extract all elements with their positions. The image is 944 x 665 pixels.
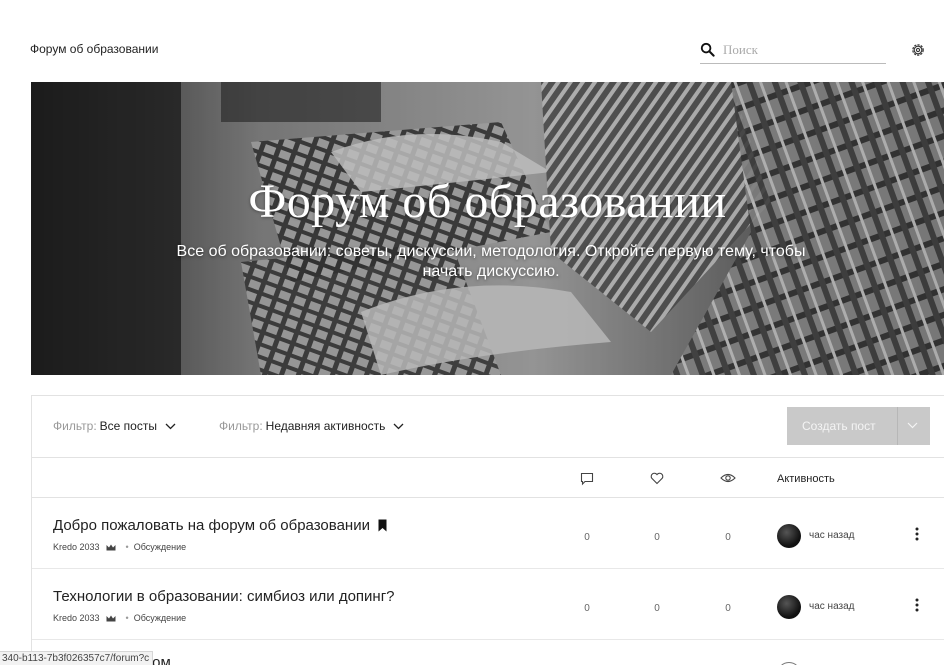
search-box[interactable] <box>700 36 886 64</box>
filter-posts-dropdown[interactable]: Фильтр: Все посты <box>53 419 176 433</box>
avatar[interactable] <box>777 524 801 548</box>
filter-value: Все посты <box>99 419 157 433</box>
view-count: 0 <box>725 532 731 543</box>
create-post-label: Создать пост <box>802 419 876 433</box>
site-title[interactable]: Форум об образовании <box>30 42 158 56</box>
posts-panel: Фильтр: Все посты Фильтр: Недавняя актив… <box>31 395 944 665</box>
chevron-down-icon <box>165 423 176 429</box>
hero-description: Все об образовании: советы, дискуссии, м… <box>176 243 806 280</box>
heart-icon <box>650 472 664 485</box>
search-icon <box>700 42 715 57</box>
comment-icon <box>580 472 594 486</box>
chevron-down-icon[interactable] <box>907 422 918 429</box>
post-meta: Kredo 2033 • Обсуждение <box>53 542 186 552</box>
activity-time: час назад <box>809 601 855 612</box>
button-divider <box>897 407 898 445</box>
post-title-text: Добро пожаловать на форум об образовании <box>53 517 370 534</box>
post-category[interactable]: Обсуждение <box>134 542 186 552</box>
eye-icon <box>720 473 736 483</box>
like-count: 0 <box>654 603 660 614</box>
activity-time: час назад <box>809 530 855 541</box>
hero-banner: Форум об образовании Все об образовании:… <box>31 82 944 375</box>
more-options-icon[interactable] <box>915 598 919 612</box>
gear-icon[interactable] <box>910 42 926 58</box>
column-header: Активность <box>32 458 944 498</box>
comment-count: 0 <box>584 532 590 543</box>
post-title[interactable]: Технологии в образовании: симбиоз или до… <box>53 588 395 605</box>
comment-count: 0 <box>584 603 590 614</box>
post-row[interactable]: Добро пожаловать на форум об образовании… <box>32 499 944 569</box>
top-bar: Форум об образовании <box>0 0 944 80</box>
post-meta: Kredo 2033 • Обсуждение <box>53 613 186 623</box>
filter-bar: Фильтр: Все посты Фильтр: Недавняя актив… <box>32 396 944 458</box>
more-options-icon[interactable] <box>915 527 919 541</box>
activity-column-label: Активность <box>777 473 835 485</box>
filter-activity-dropdown[interactable]: Фильтр: Недавняя активность <box>219 419 404 433</box>
post-category[interactable]: Обсуждение <box>134 613 186 623</box>
bookmark-icon <box>378 519 387 532</box>
view-count: 0 <box>725 603 731 614</box>
create-post-button[interactable]: Создать пост <box>787 407 930 445</box>
meta-separator: • <box>125 542 129 552</box>
filter-value: Недавняя активность <box>265 419 386 433</box>
post-author[interactable]: Kredo 2033 <box>53 542 100 552</box>
status-bar-url: 340-b113-7b3f026357c7/forum?c <box>0 651 154 665</box>
post-row[interactable]: Делимся опытом <box>32 640 944 665</box>
search-input[interactable] <box>723 41 873 58</box>
meta-separator: • <box>125 613 129 623</box>
hero-title: Форум об образовании <box>248 175 727 228</box>
post-title[interactable]: Добро пожаловать на форум об образовании <box>53 517 387 534</box>
post-title-text: Технологии в образовании: симбиоз или до… <box>53 588 395 605</box>
post-author[interactable]: Kredo 2033 <box>53 613 100 623</box>
post-row[interactable]: Технологии в образовании: симбиоз или до… <box>32 570 944 640</box>
crown-icon <box>106 615 116 621</box>
crown-icon <box>106 544 116 550</box>
filter-label: Фильтр: <box>53 419 97 433</box>
filter-label: Фильтр: <box>219 419 263 433</box>
chevron-down-icon <box>393 423 404 429</box>
avatar[interactable] <box>777 595 801 619</box>
like-count: 0 <box>654 532 660 543</box>
